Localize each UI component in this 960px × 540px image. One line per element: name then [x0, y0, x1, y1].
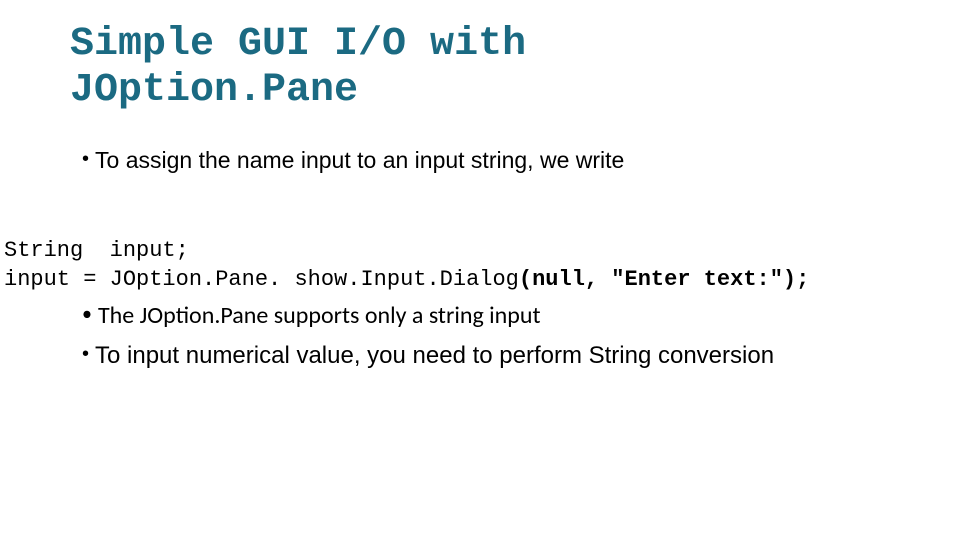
code-block: String input; input = JOption.Pane. show… — [4, 206, 809, 295]
bullet-dot-icon: • — [82, 300, 92, 328]
bullet-3-text: To input numerical value, you need to pe… — [95, 340, 774, 372]
bullet-2: • The JOption.Pane supports only a strin… — [82, 300, 541, 332]
code-line-2-bold: (null, "Enter text:"); — [519, 267, 809, 292]
title-line-1: Simple GUI I/O with — [70, 22, 526, 67]
code-line-2-plain: input = JOption.Pane. show.Input.Dialog — [4, 267, 519, 292]
bullet-dot-icon: • — [82, 145, 89, 173]
slide-title: Simple GUI I/O with JOption.Pane — [70, 22, 526, 114]
title-line-2: JOption.Pane — [70, 68, 358, 113]
bullet-1: • To assign the name input to an input s… — [82, 145, 624, 176]
bullet-1-text: To assign the name input to an input str… — [95, 145, 624, 176]
bullet-2-text: The JOption.Pane supports only a string … — [98, 300, 541, 332]
bullet-3: • To input numerical value, you need to … — [82, 340, 774, 372]
code-line-1: String input; — [4, 238, 189, 263]
slide: Simple GUI I/O with JOption.Pane • To as… — [0, 0, 960, 540]
bullet-dot-icon: • — [82, 340, 89, 368]
